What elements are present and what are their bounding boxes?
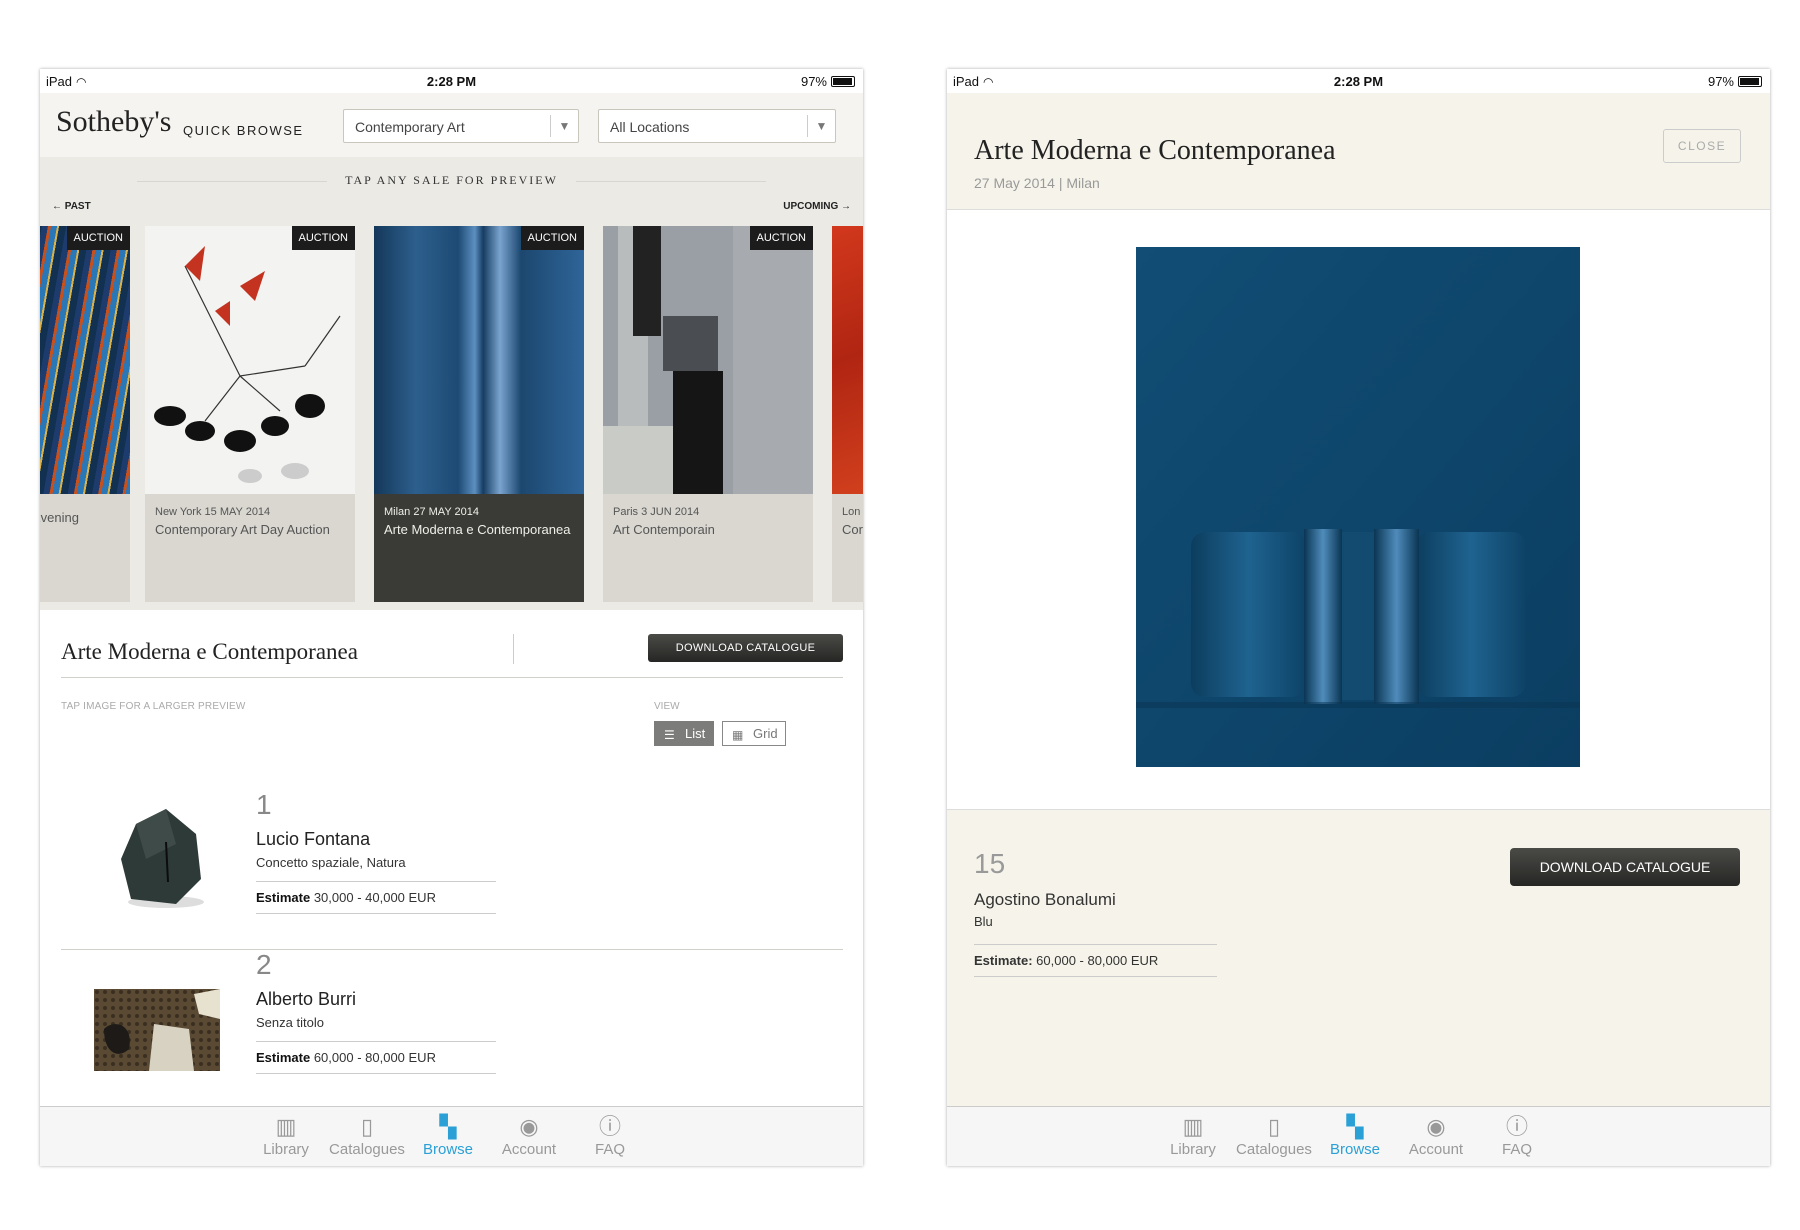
library-icon: ▥ <box>1182 1114 1204 1139</box>
auction-badge: AUCTION <box>520 226 584 250</box>
status-time: 2:28 PM <box>1333 74 1384 89</box>
lot-artist: Agostino Bonalumi <box>974 890 1116 909</box>
account-icon: ◉ <box>519 1114 539 1139</box>
tab-faq[interactable]: ⓘ FAQ <box>570 1113 650 1158</box>
battery-icon <box>831 76 855 87</box>
lot-artist: Lucio Fontana <box>256 829 371 849</box>
tab-catalogues[interactable]: ▯ Catalogues <box>1234 1113 1314 1158</box>
past-link[interactable]: ← PAST <box>52 201 91 212</box>
sale-carousel[interactable]: TAP ANY SALE FOR PREVIEW ← PAST UPCOMING… <box>40 157 863 610</box>
divider <box>513 634 514 664</box>
download-catalogue-button[interactable]: DOWNLOAD CATALOGUE <box>1510 848 1740 886</box>
sale-name: Contemporary Art Day Auction <box>155 522 330 537</box>
sale-name: Art Contemporain <box>613 522 715 537</box>
preview-header: Arte Moderna e Contemporanea 27 May 2014… <box>947 93 1770 210</box>
catalogues-icon: ▯ <box>1267 1114 1281 1139</box>
browse-map-icon: ▚ <box>1346 1114 1364 1139</box>
divider <box>61 677 843 678</box>
status-bar: iPad ◠ 2:28 PM 97% <box>40 69 863 93</box>
tab-bar: ▥ Library ▯ Catalogues ▚ Browse ◉ Account ⓘ F… <box>40 1106 863 1166</box>
status-bar: iPad ◠ 2:28 PM 97% <box>947 69 1770 93</box>
battery-icon <box>1738 76 1762 87</box>
lot-number: 2 <box>256 949 272 980</box>
tab-browse[interactable]: ▚ Browse <box>1315 1113 1395 1158</box>
lot-artist: Alberto Burri <box>256 989 357 1009</box>
lot-image[interactable] <box>1136 247 1580 767</box>
browse-header: Sotheby's QUICK BROWSE Contemporary Art … <box>40 93 863 157</box>
category-select[interactable]: Contemporary Art ▼ <box>343 109 579 143</box>
upcoming-link[interactable]: UPCOMING → <box>783 201 851 212</box>
lot-details: 15 Agostino Bonalumi Blu Estimate: 60,00… <box>947 810 1770 1106</box>
sale-card[interactable]: AUCTION Evening <box>40 226 130 602</box>
list-view-button[interactable]: ☰ List <box>654 721 714 746</box>
auction-badge: AUCTION <box>66 226 130 250</box>
lot-number: 1 <box>256 789 272 820</box>
tab-account[interactable]: ◉ Account <box>1396 1113 1476 1158</box>
tab-browse[interactable]: ▚ Browse <box>408 1113 488 1158</box>
sale-image <box>145 226 355 494</box>
lot-title: Concetto spaziale, Natura <box>256 855 406 870</box>
catalogues-icon: ▯ <box>360 1114 374 1139</box>
battery-percent: 97% <box>800 74 827 89</box>
grid-icon: ▦ <box>732 728 744 742</box>
download-catalogue-button[interactable]: DOWNLOAD CATALOGUE <box>648 634 843 662</box>
sale-title: Arte Moderna e Contemporanea <box>61 639 358 664</box>
close-button[interactable]: CLOSE <box>1663 129 1741 163</box>
sale-card[interactable]: AUCTION Paris 3 JUN 2014 Art Contemporain <box>603 226 813 602</box>
sale-image <box>603 226 813 494</box>
account-icon: ◉ <box>1426 1114 1446 1139</box>
location-select[interactable]: All Locations ▼ <box>598 109 836 143</box>
list-icon: ☰ <box>664 728 675 742</box>
status-time: 2:28 PM <box>426 74 477 89</box>
battery-percent: 97% <box>1707 74 1734 89</box>
lot-row[interactable]: 2 Alberto Burri Senza titolo Estimate 60… <box>61 949 843 1109</box>
grid-view-button[interactable]: ▦ Grid <box>722 721 786 746</box>
auction-badge: AUCTION <box>749 226 813 250</box>
faq-icon: ⓘ <box>598 1114 621 1139</box>
sale-title: Arte Moderna e Contemporanea <box>974 135 1336 166</box>
sothebys-logo: Sotheby's <box>56 105 172 138</box>
tap-sale-hint: TAP ANY SALE FOR PREVIEW <box>40 173 863 188</box>
sale-name: Cor Auc <box>842 522 863 537</box>
chevron-down-icon: ▼ <box>807 115 835 137</box>
lot-title: Blu <box>974 914 993 929</box>
sale-image <box>40 226 130 494</box>
lot-number: 15 <box>974 848 1006 879</box>
tab-library[interactable]: ▥ Library <box>246 1113 326 1158</box>
faq-icon: ⓘ <box>1505 1114 1528 1139</box>
sale-card[interactable]: AUCTION New York 15 MAY 2014 Contemporary… <box>145 226 355 602</box>
lot-image-area <box>947 210 1770 810</box>
sale-date-location: 27 May 2014 | Milan <box>974 175 1100 191</box>
library-icon: ▥ <box>275 1114 297 1139</box>
auction-badge: AUCTION <box>291 226 355 250</box>
lot-preview-screen: iPad ◠ 2:28 PM 97% Arte Moderna e Contemp… <box>947 69 1770 1166</box>
chevron-down-icon: ▼ <box>550 115 578 137</box>
quick-browse-label: QUICK BROWSE <box>183 123 304 138</box>
sale-card[interactable]: LonCor Auc <box>832 226 863 602</box>
lot-estimate: Estimate 30,000 - 40,000 EUR <box>256 881 496 914</box>
tab-library[interactable]: ▥ Library <box>1153 1113 1233 1158</box>
tab-account[interactable]: ◉ Account <box>489 1113 569 1158</box>
lot-thumbnail[interactable] <box>94 989 220 1076</box>
sale-image <box>374 226 584 494</box>
lot-row[interactable]: 1 Lucio Fontana Concetto spaziale, Natur… <box>61 789 843 949</box>
view-label: VIEW <box>654 701 680 712</box>
browse-map-icon: ▚ <box>439 1114 457 1139</box>
sale-name: Arte Moderna e Contemporanea <box>384 522 571 537</box>
sale-name: Evening <box>40 510 79 525</box>
tab-bar: ▥ Library ▯ Catalogues ▚ Browse ◉ Account ⓘ F… <box>947 1106 1770 1166</box>
sale-card-selected[interactable]: AUCTION Milan 27 MAY 2014 Arte Moderna e … <box>374 226 584 602</box>
tab-catalogues[interactable]: ▯ Catalogues <box>327 1113 407 1158</box>
tap-image-hint: TAP IMAGE FOR A LARGER PREVIEW <box>61 701 246 712</box>
lot-thumbnail[interactable] <box>116 804 206 914</box>
tab-faq[interactable]: ⓘ FAQ <box>1477 1113 1557 1158</box>
lot-title: Senza titolo <box>256 1015 324 1030</box>
lot-estimate: Estimate 60,000 - 80,000 EUR <box>256 1041 496 1074</box>
quick-browse-screen: iPad ◠ 2:28 PM 97% Sotheby's QUICK BROWSE… <box>40 69 863 1166</box>
lot-estimate: Estimate: 60,000 - 80,000 EUR <box>974 944 1217 977</box>
sale-image <box>832 226 863 494</box>
